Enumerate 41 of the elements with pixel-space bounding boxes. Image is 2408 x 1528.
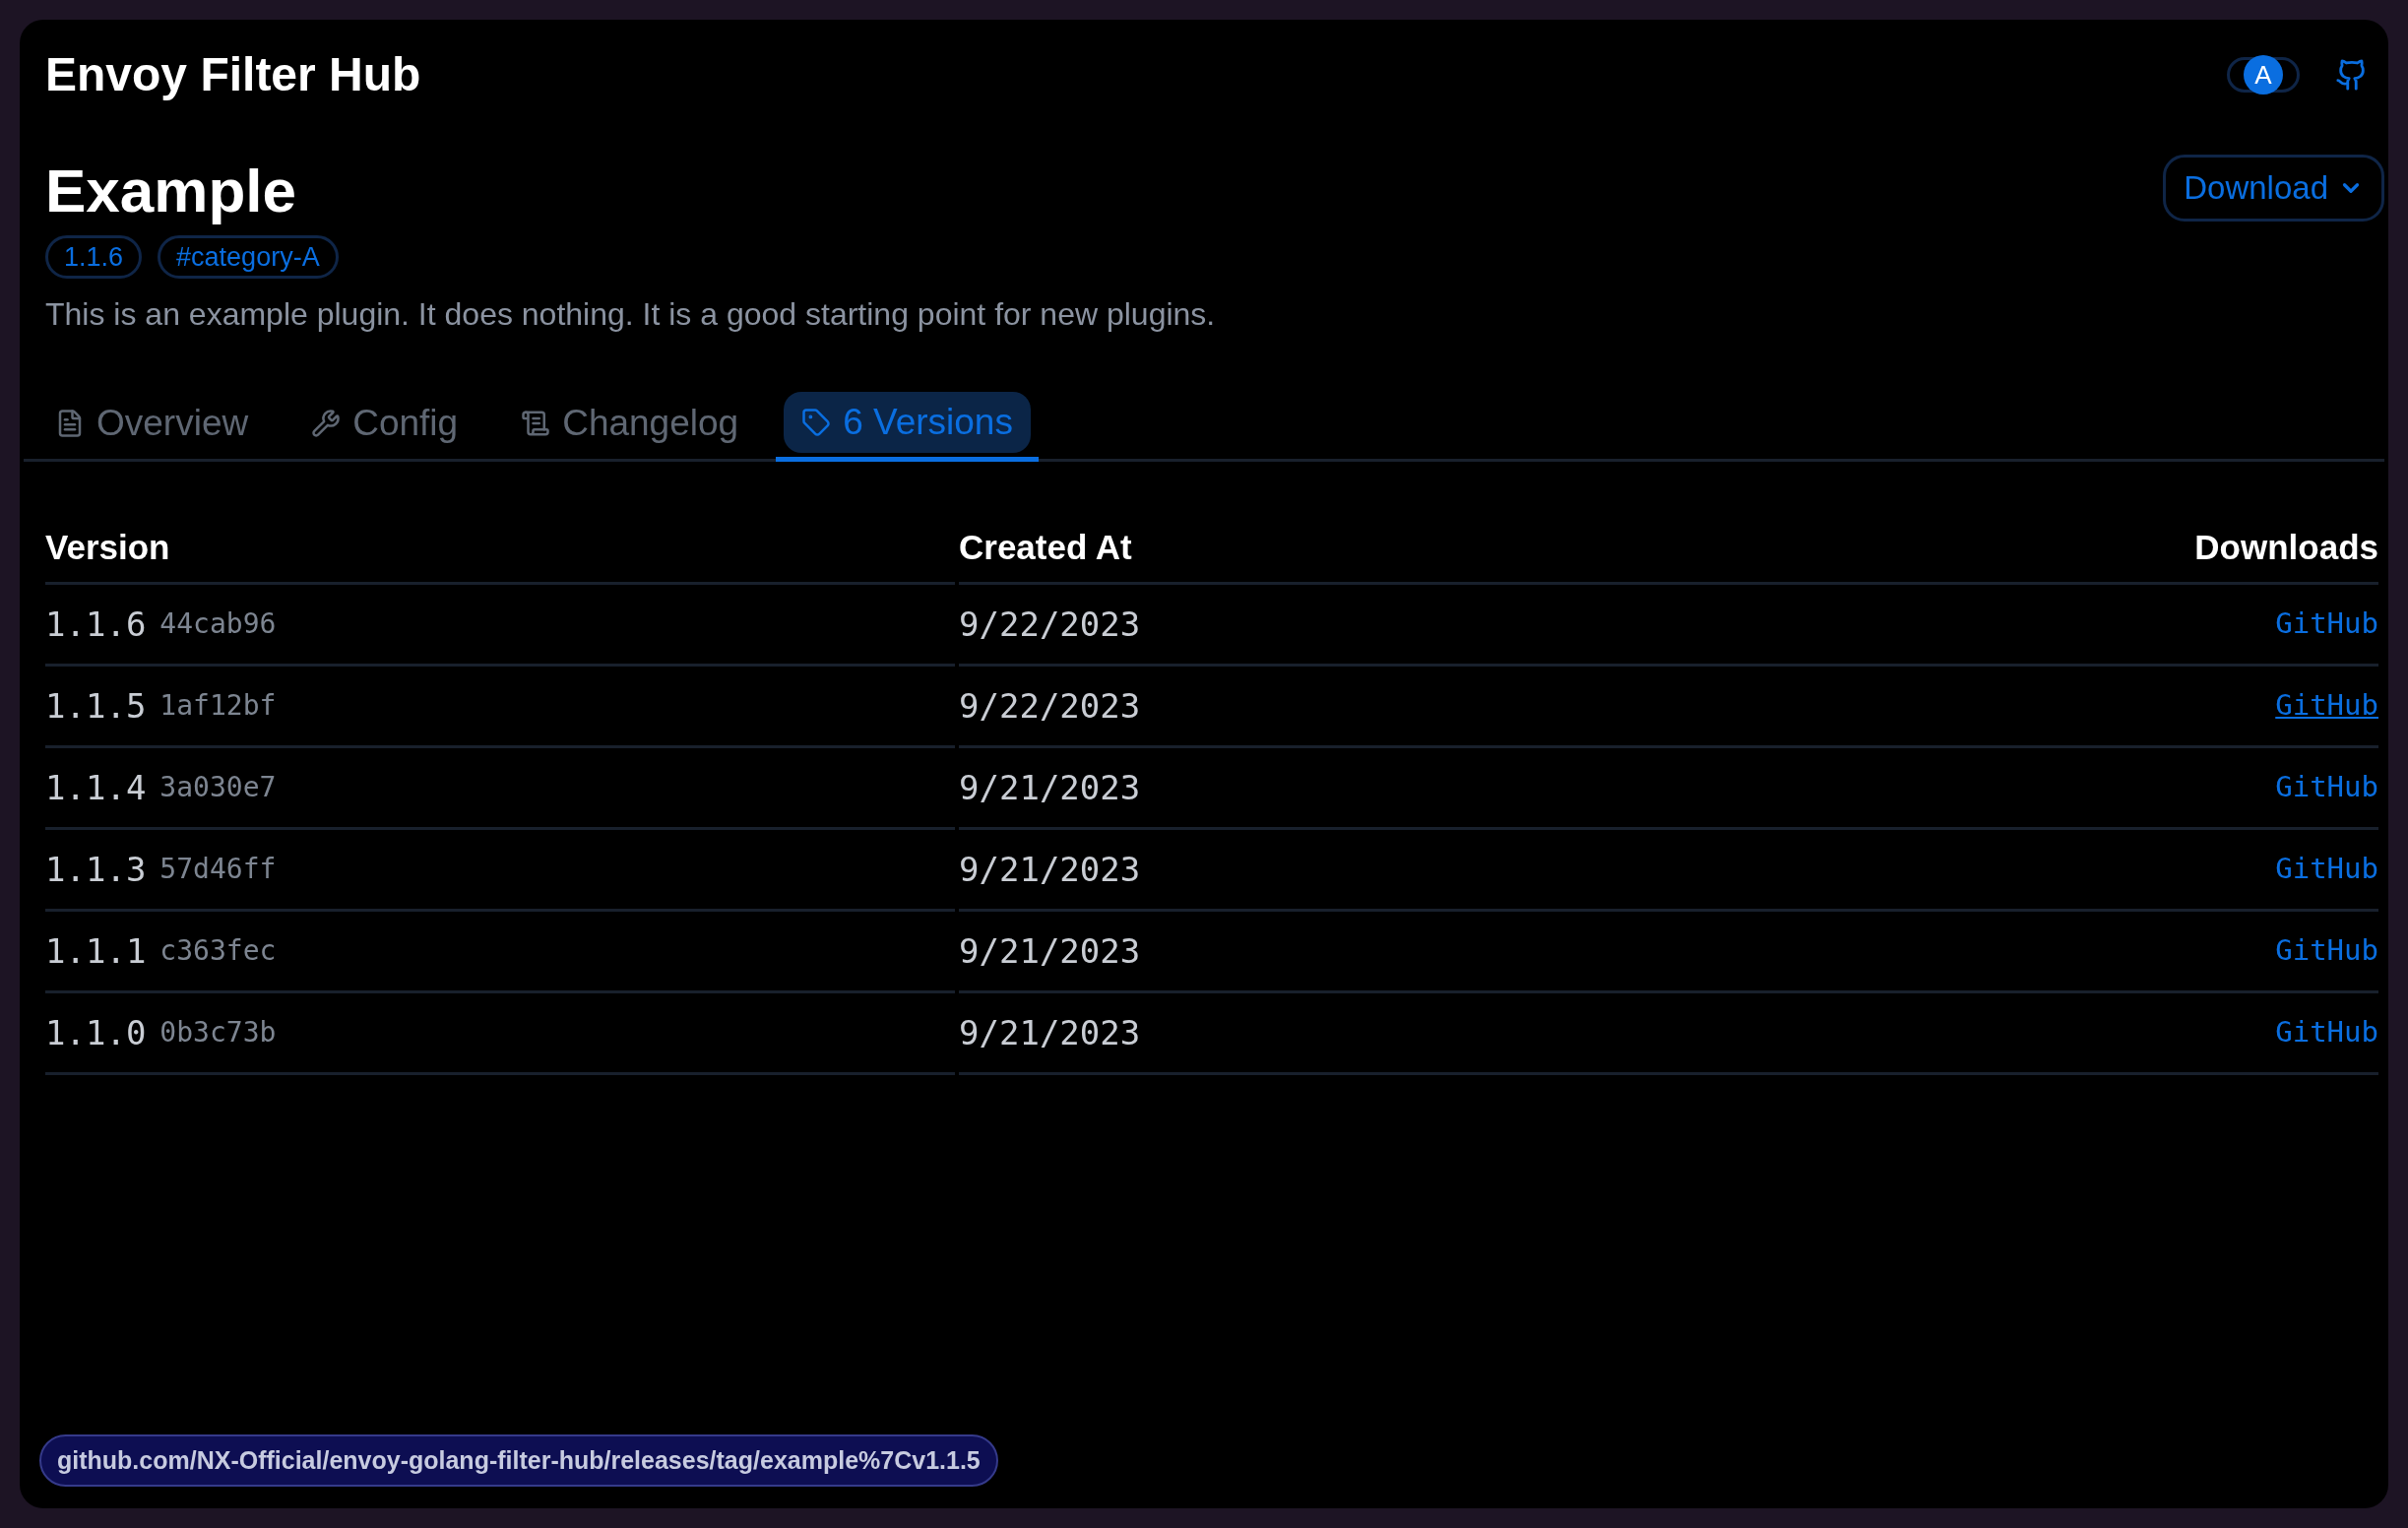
table-cell-text: 9/22/2023	[959, 684, 1141, 728]
version-number: 1.1.1	[45, 929, 147, 973]
github-link[interactable]: GitHub	[2275, 848, 2378, 891]
commit-hash: 1af12bf	[159, 688, 277, 724]
tag-chip: 1.1.6	[45, 235, 143, 279]
table-cell-text: 9/21/2023	[959, 766, 1141, 809]
plugin-description: This is an example plugin. It does nothing. It is a good starting point for new plugins.	[45, 295, 1216, 334]
commit-hash: 0b3c73b	[159, 1015, 277, 1050]
table-cell-text: 9/22/2023	[959, 603, 1141, 646]
theme-toggle[interactable]: A	[2227, 57, 2300, 93]
github-link[interactable]: GitHub	[2275, 929, 2378, 973]
status-url: github.com/NX-Official/envoy-golang-filter-hub/releases/tag/example%7Cv1.1.5	[39, 1433, 998, 1487]
commit-hash: 57d46ff	[159, 852, 277, 887]
column-header: Created At	[959, 527, 1132, 569]
column-header: Version	[45, 527, 170, 569]
github-link[interactable]: GitHub	[2275, 766, 2378, 809]
version-number: 1.1.0	[45, 1011, 147, 1054]
github-link[interactable]: GitHub	[2275, 1011, 2378, 1054]
tag-icon	[801, 408, 832, 437]
scroll-icon	[521, 409, 551, 438]
tab[interactable]: 6 Versions	[784, 392, 1031, 453]
commit-hash: 44cab96	[159, 606, 277, 642]
tag-chip: #category-A	[158, 235, 339, 279]
tab[interactable]: Overview	[37, 393, 267, 454]
tab[interactable]: Config	[293, 393, 476, 454]
tab[interactable]: Changelog	[503, 393, 757, 454]
wrench-icon	[311, 409, 342, 438]
table-cell-text: 9/21/2023	[959, 1011, 1141, 1054]
github-link[interactable]: GitHub	[2275, 603, 2378, 646]
version-number: 1.1.5	[45, 684, 147, 728]
version-number: 1.1.3	[45, 848, 147, 891]
download-button[interactable]: Download	[2163, 155, 2384, 222]
table-cell-text: 9/21/2023	[959, 929, 1141, 973]
app-title: Envoy Filter Hub	[45, 51, 421, 98]
commit-hash: 3a030e7	[159, 770, 277, 805]
column-header: Downloads	[2194, 527, 2378, 569]
version-number: 1.1.4	[45, 766, 147, 809]
version-number: 1.1.6	[45, 603, 147, 646]
commit-hash: c363fec	[159, 933, 277, 969]
table-cell-text: 9/21/2023	[959, 848, 1141, 891]
github-link[interactable]: GitHub	[2275, 684, 2378, 728]
